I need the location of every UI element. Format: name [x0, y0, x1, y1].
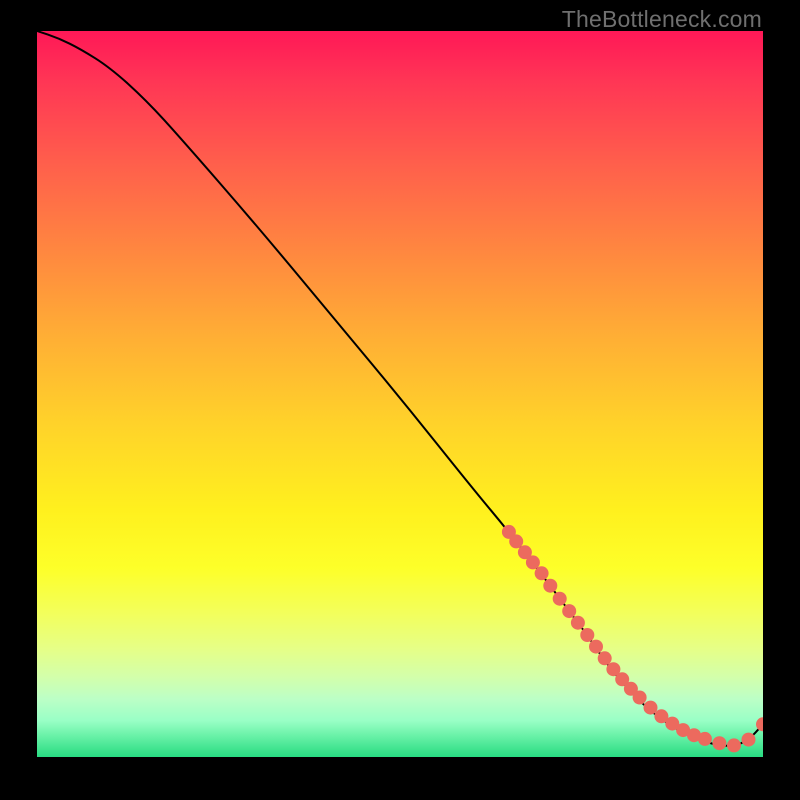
data-dot — [644, 701, 658, 715]
data-dot — [535, 566, 549, 580]
chart-svg — [37, 31, 763, 757]
data-dot — [756, 717, 763, 731]
data-dot — [598, 651, 612, 665]
data-dot — [589, 640, 603, 654]
data-dot — [698, 732, 712, 746]
data-dot — [712, 736, 726, 750]
data-dot — [742, 733, 756, 747]
data-dot — [543, 579, 557, 593]
data-dot — [580, 628, 594, 642]
data-dot — [553, 592, 567, 606]
data-dot — [562, 604, 576, 618]
data-dot — [509, 534, 523, 548]
bottleneck-curve — [37, 31, 763, 746]
data-dot — [526, 555, 540, 569]
chart-area — [37, 31, 763, 757]
watermark-text: TheBottleneck.com — [562, 6, 762, 33]
data-dot — [633, 691, 647, 705]
data-dots — [502, 525, 763, 753]
data-dot — [571, 616, 585, 630]
data-dot — [727, 738, 741, 752]
